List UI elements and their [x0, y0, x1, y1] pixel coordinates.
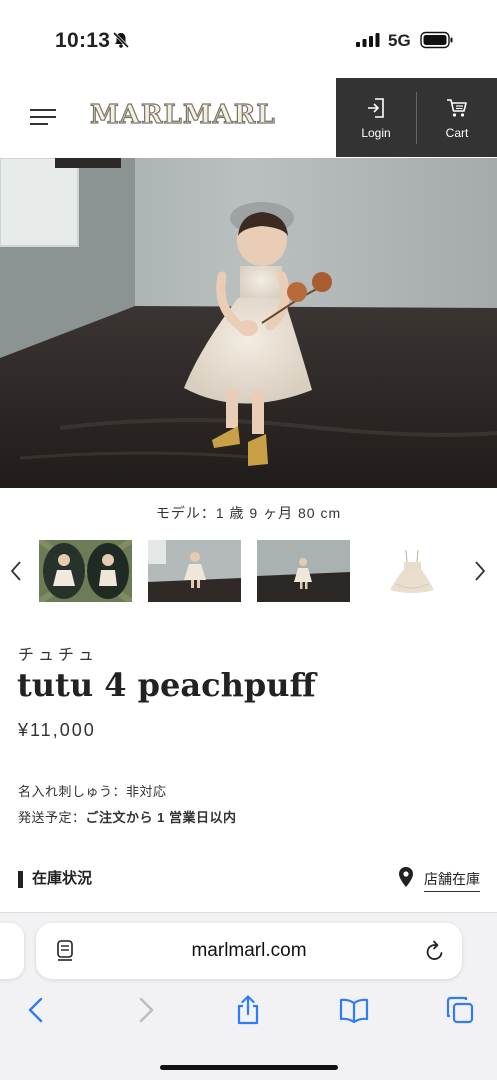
product-title: tutu 4 peachpuff — [17, 666, 316, 704]
location-pin-icon[interactable] — [398, 867, 414, 887]
thumbnail-carousel — [0, 538, 497, 606]
site-header: MARLMARL Login Cart — [0, 78, 497, 158]
network-type: 5G — [388, 31, 411, 50]
bookmarks-icon[interactable] — [339, 995, 369, 1025]
chevron-left-icon[interactable] — [8, 558, 24, 584]
reload-icon[interactable] — [424, 939, 446, 963]
login-button[interactable]: Login — [336, 78, 416, 157]
shipping-value: ご注文から 1 営業日以内 — [85, 810, 237, 825]
store-stock-link[interactable]: 店舗在庫 — [424, 869, 480, 892]
site-logo[interactable]: MARLMARL — [89, 99, 276, 130]
thumbnail-1[interactable] — [39, 540, 132, 602]
status-time: 10:13 — [55, 29, 111, 52]
tabs-icon[interactable] — [445, 995, 475, 1025]
product-price: ¥11,000 — [18, 720, 96, 740]
embroidery-label: 名入れ刺しゅう： — [18, 784, 127, 799]
embroidery-value: 非対応 — [126, 784, 167, 799]
cart-button[interactable]: Cart — [417, 78, 497, 157]
share-icon[interactable] — [233, 995, 263, 1025]
back-arrow-icon[interactable] — [22, 995, 52, 1025]
address-bar[interactable]: marlmarl.com — [36, 923, 462, 979]
battery-icon — [420, 31, 453, 49]
model-caption: モデル：1 歳 9 ヶ月 80 cm — [155, 505, 342, 521]
forward-arrow-icon[interactable] — [130, 995, 160, 1025]
thumbnail-4[interactable] — [366, 540, 459, 602]
hamburger-menu-icon[interactable] — [30, 109, 56, 125]
signal-icon — [356, 33, 380, 47]
login-icon — [368, 98, 384, 118]
browser-bottom-bar: marlmarl.com — [0, 913, 497, 1080]
cart-icon — [447, 99, 467, 117]
previous-tab-peek[interactable] — [0, 923, 24, 979]
login-label: Login — [361, 126, 391, 140]
status-bar: 10:13 5G — [0, 0, 497, 78]
product-photo-image — [0, 158, 497, 488]
shipping-info: 発送予定：ご注文から 1 営業日以内 — [18, 807, 236, 826]
chevron-right-icon[interactable] — [472, 558, 488, 584]
product-main-photo[interactable] — [0, 158, 497, 488]
embroidery-info: 名入れ刺しゅう：非対応 — [18, 781, 167, 800]
url-text: marlmarl.com — [191, 940, 307, 961]
bell-muted-icon — [112, 31, 130, 49]
thumbnail-3[interactable] — [257, 540, 350, 602]
stock-heading: 在庫状況 — [18, 868, 92, 890]
thumbnail-2[interactable] — [148, 540, 241, 602]
shipping-label: 発送予定： — [18, 810, 86, 825]
cart-label: Cart — [445, 126, 469, 140]
home-indicator — [160, 1065, 338, 1070]
header-actions: Login Cart — [336, 78, 497, 157]
product-category: チュチュ — [18, 647, 99, 664]
